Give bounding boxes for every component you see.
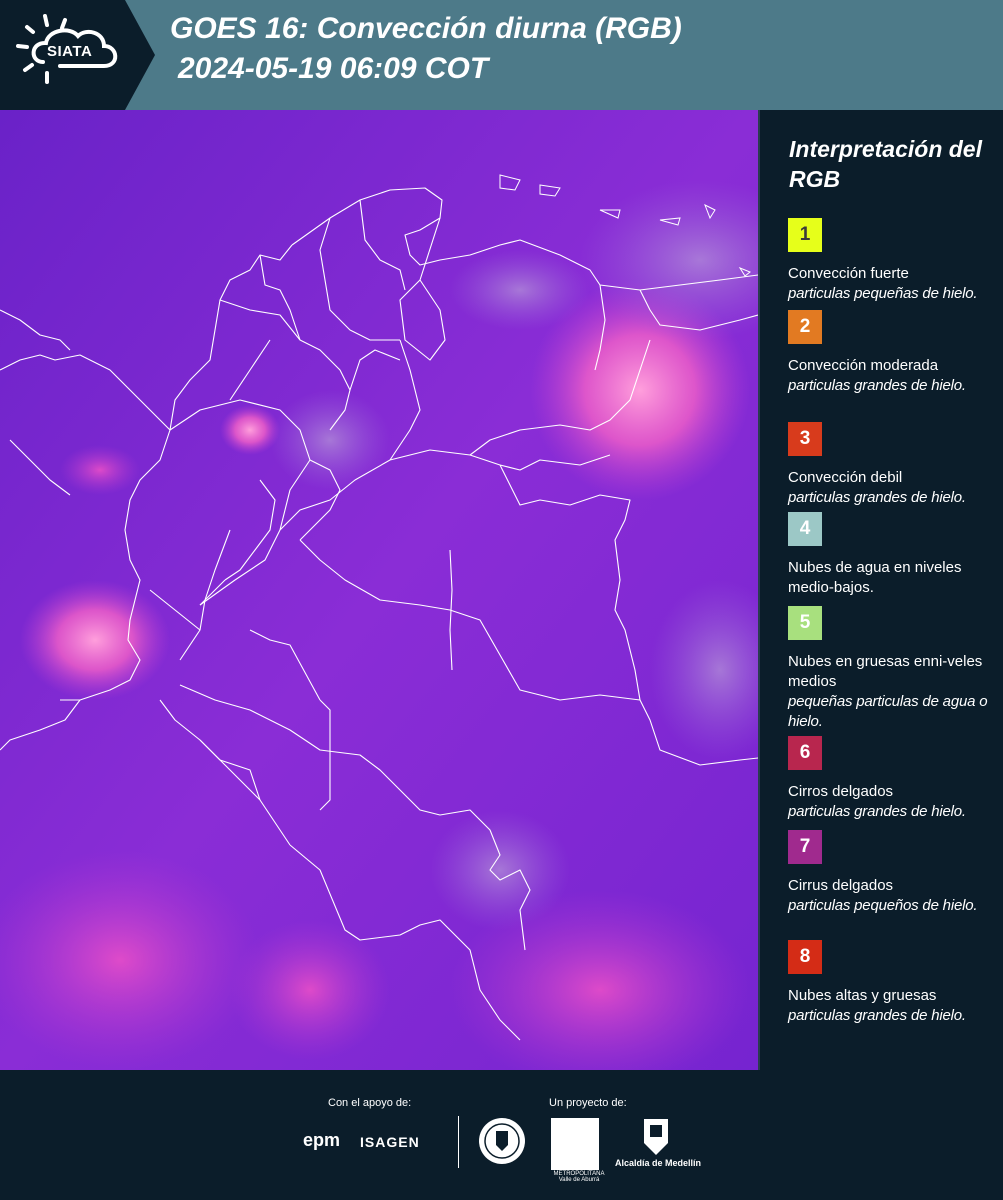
legend-item-4: 4 Nubes de agua en niveles medio-bajos. <box>788 512 988 598</box>
legend-swatch-6: 6 <box>788 736 822 770</box>
legend-item-6: 6 Cirros delgados particulas grandes de … <box>788 736 988 822</box>
legend-swatch-3: 3 <box>788 422 822 456</box>
legend-item-2: 2 Convección moderada particulas grandes… <box>788 310 988 396</box>
legend-sub-3: particulas grandes de hielo. <box>788 489 966 506</box>
siata-logo: SIATA <box>0 0 160 110</box>
legend-label-3: Convección debil <box>788 469 903 486</box>
alcaldia-shield-icon <box>644 1119 668 1155</box>
legend-sub-2: particulas grandes de hielo. <box>788 377 966 394</box>
legend-sub-7: particulas pequeños de hielo. <box>788 897 978 914</box>
legend-sub-8: particulas grandes de hielo. <box>788 1007 966 1024</box>
legend-label-4: Nubes de agua en niveles medio-bajos. <box>788 559 962 596</box>
legend-swatch-2: 2 <box>788 310 822 344</box>
legend-sub-6: particulas grandes de hielo. <box>788 803 966 820</box>
alcaldia-text: Alcaldía de Medellín <box>614 1158 702 1168</box>
legend-swatch-5: 5 <box>788 606 822 640</box>
legend-label-7: Cirrus delgados <box>788 877 894 894</box>
legend-swatch-4: 4 <box>788 512 822 546</box>
page-timestamp: 2024-05-19 06:09 COT <box>178 52 489 85</box>
legend-swatch-1: 1 <box>788 218 822 252</box>
area-metropolitana-text: METROPOLITANA Valle de Aburrá <box>553 1171 605 1183</box>
page-title: GOES 16: Convección diurna (RGB) <box>170 12 682 45</box>
area-metropolitana-logo <box>551 1118 599 1170</box>
legend-item-8: 8 Nubes altas y gruesas particulas grand… <box>788 940 988 1026</box>
legend-label-6: Cirros delgados <box>788 783 894 800</box>
logo-text: SIATA <box>47 43 93 60</box>
legend-label-1: Convección fuerte <box>788 265 909 282</box>
satellite-rgb-map-image <box>0 110 758 1070</box>
legend-item-1: 1 Convección fuerte particulas pequeñas … <box>788 218 988 304</box>
legend-sub-1: particulas pequeñas de hielo. <box>788 285 978 302</box>
legend-swatch-8: 8 <box>788 940 822 974</box>
footer-bar: Con el apoyo de: Un proyecto de: epm ISA… <box>0 1070 1003 1200</box>
epm-logo: epm <box>303 1130 341 1150</box>
isagen-logo: ISAGEN <box>360 1134 420 1150</box>
legend-title: Interpretación del RGB <box>789 136 982 192</box>
legend-item-5: 5 Nubes en gruesas enni-veles medios peq… <box>788 606 988 732</box>
project-label: Un proyecto de: <box>549 1097 627 1109</box>
legend-label-5: Nubes en gruesas enni-veles medios <box>788 653 983 690</box>
legend-item-3: 3 Convección debil particulas grandes de… <box>788 422 988 508</box>
support-label: Con el apoyo de: <box>328 1097 412 1109</box>
legend-swatch-7: 7 <box>788 830 822 864</box>
legend-item-7: 7 Cirrus delgados particulas pequeños de… <box>788 830 988 916</box>
satellite-map <box>0 110 760 1070</box>
legend-label-8: Nubes altas y gruesas <box>788 987 937 1004</box>
legend-panel: Interpretación del RGB 1 Convección fuer… <box>760 110 1003 1070</box>
footer-divider <box>458 1116 459 1168</box>
legend-label-2: Convección moderada <box>788 357 939 374</box>
university-seal-icon <box>479 1118 525 1164</box>
legend-sub-5: pequeñas particulas de agua o hielo. <box>788 693 988 730</box>
header-bar: SIATA GOES 16: Convección diurna (RGB) 2… <box>0 0 1003 110</box>
